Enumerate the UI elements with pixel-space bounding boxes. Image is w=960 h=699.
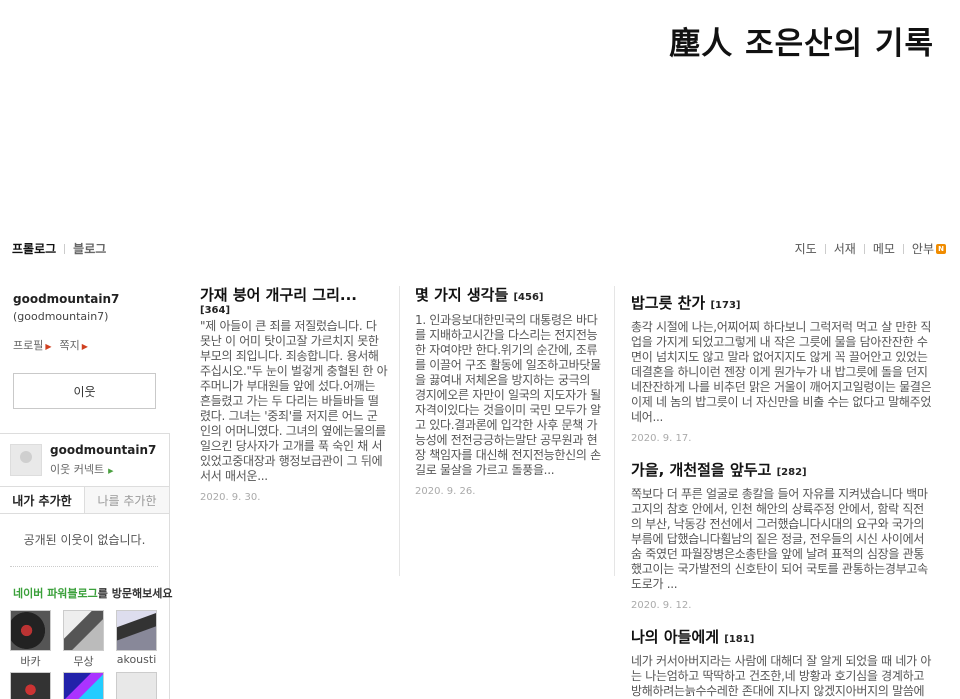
powerblog-thumbs: 바카 무상 akousti (10, 610, 157, 669)
post-excerpt[interactable]: 네가 커서아버지라는 사람에 대해더 잘 알게 되었을 때 네가 아는 나는엄하… (631, 654, 933, 699)
post-title[interactable]: 가을, 개천절을 앞두고 [282] (631, 460, 933, 483)
comment-count[interactable]: [181] (724, 634, 754, 645)
powerblog-name[interactable]: 네이버 파워블로그 (13, 587, 98, 600)
thumbnail-label: akousti (116, 653, 157, 666)
neighbor-tabs: 내가 추가한 나를 추가한 (0, 486, 169, 514)
thumbnail-image (116, 672, 157, 699)
post-list: 밥그릇 찬가 [173] 총각 시절에 나는,어찌어찌 하다보니 그럭저럭 먹고… (631, 293, 933, 699)
profile-section: goodmountain7 (goodmountain7) 프로필 ▶ 쪽지 ▶ (13, 292, 158, 353)
post-card: 가재 붕어 개구리 그리... [364] "제 아들이 큰 죄를 저질렀습니다… (200, 285, 388, 503)
tab-added-by-me[interactable]: 내가 추가한 (0, 487, 85, 513)
profile-link-label: 프로필 (13, 339, 44, 352)
neighbor-connect-label: 이웃 커넥트 (50, 463, 105, 476)
neighbor-connect-link[interactable]: 이웃 커넥트 ▶ (50, 461, 114, 477)
profile-links: 프로필 ▶ 쪽지 ▶ (13, 337, 158, 353)
neighbor-box: goodmountain7 이웃 커넥트 ▶ 내가 추가한 나를 추가한 공개된 … (0, 433, 172, 699)
arrow-right-icon: ▶ (81, 342, 88, 351)
post-date: 2020. 9. 26. (415, 486, 476, 497)
menu-divider (824, 243, 826, 254)
menu-divider (64, 243, 66, 254)
neighbor-user-name[interactable]: goodmountain7 (50, 443, 156, 457)
powerblog-suffix: 를 방문해보세요 (97, 587, 173, 600)
post-date: 2020. 9. 12. (631, 600, 692, 611)
comment-count[interactable]: [456] (513, 292, 543, 303)
post-excerpt[interactable]: 총각 시절에 나는,어찌어찌 하다보니 그럭저럭 먹고 살 만한 직업을 가지게… (631, 320, 933, 425)
list-item: 나의 아들에게 [181] 네가 커서아버지라는 사람에 대해더 잘 알게 되었… (631, 627, 933, 699)
column-divider (399, 286, 400, 576)
top-menu-left: 프롤로그 블로그 (12, 240, 106, 257)
post-card: 몇 가지 생각들 [456] 1. 인과응보대한민국의 대통령은 바다를 지배하… (415, 285, 603, 497)
powerblog-title: 네이버 파워블로그를 방문해보세요 (13, 585, 172, 601)
post-title-text: 나의 아들에게 (631, 628, 720, 646)
top-menu-right: 지도 서재 메모 안부 N (795, 240, 946, 257)
avatar[interactable] (10, 444, 42, 476)
profile-id[interactable]: goodmountain7 (13, 292, 158, 306)
column-divider (614, 286, 615, 576)
menu-library[interactable]: 서재 (834, 240, 856, 257)
divider (10, 566, 158, 567)
powerblog-thumb[interactable]: 무상 (63, 610, 104, 669)
menu-memo[interactable]: 메모 (873, 240, 895, 257)
list-item: 밥그릇 찬가 [173] 총각 시절에 나는,어찌어찌 하다보니 그럭저럭 먹고… (631, 293, 933, 444)
post-title-text: 밥그릇 찬가 (631, 294, 706, 312)
thumbnail-image (116, 610, 157, 651)
comment-count[interactable]: [173] (710, 300, 740, 311)
powerblog-thumb[interactable]: 바카 (10, 610, 51, 669)
post-title[interactable]: 나의 아들에게 [181] (631, 627, 933, 650)
arrow-right-icon: ▶ (45, 342, 52, 351)
message-link-label: 쪽지 (59, 339, 80, 352)
post-date: 2020. 9. 17. (631, 433, 692, 444)
post-title[interactable]: 가재 붕어 개구리 그리... (200, 285, 388, 305)
powerblog-thumb[interactable] (63, 672, 104, 699)
profile-link[interactable]: 프로필 ▶ (13, 337, 52, 353)
menu-guestbook[interactable]: 안부 N (912, 240, 946, 257)
profile-id-sub: (goodmountain7) (13, 310, 109, 323)
powerblog-thumb[interactable]: akousti (116, 610, 157, 669)
menu-map[interactable]: 지도 (795, 240, 817, 257)
post-title[interactable]: 밥그릇 찬가 [173] (631, 293, 933, 316)
powerblog-thumbs-row2 (10, 672, 157, 699)
blog-title: 塵人 조은산의 기록 (669, 26, 934, 62)
post-title-text: 몇 가지 생각들 (415, 286, 509, 304)
menu-blog[interactable]: 블로그 (73, 240, 106, 257)
message-link[interactable]: 쪽지 ▶ (60, 337, 88, 353)
comment-count[interactable]: [282] (777, 467, 807, 478)
new-badge-icon: N (936, 244, 946, 254)
post-excerpt[interactable]: 1. 인과응보대한민국의 대통령은 바다를 지배하고시간을 다스리는 전지전능한… (415, 313, 603, 478)
list-item: 가을, 개천절을 앞두고 [282] 쪽보다 더 푸른 얼굴로 총칼을 들어 자… (631, 460, 933, 611)
thumbnail-image (63, 610, 104, 651)
post-excerpt[interactable]: "제 아들이 큰 죄를 저질렀습니다. 다 못난 이 어미 탓이고잘 가르치지 … (200, 319, 388, 484)
menu-divider (902, 243, 904, 254)
add-neighbor-button[interactable]: 이웃 (13, 373, 156, 409)
thumbnail-label: 바카 (20, 655, 41, 668)
menu-prologue[interactable]: 프롤로그 (12, 240, 56, 257)
thumbnail-image (10, 672, 51, 699)
powerblog-thumb[interactable] (116, 672, 157, 699)
thumbnail-label: 무상 (73, 655, 94, 668)
empty-neighbors-text: 공개된 이웃이 없습니다. (23, 533, 146, 547)
menu-guestbook-label: 안부 (911, 242, 934, 256)
thumbnail-image (63, 672, 104, 699)
thumbnail-image (10, 610, 51, 651)
play-icon: ▶ (108, 467, 114, 475)
powerblog-thumb[interactable] (10, 672, 51, 699)
menu-divider (863, 243, 865, 254)
comment-count[interactable]: [364] (200, 305, 388, 316)
post-title-text: 가을, 개천절을 앞두고 (631, 461, 772, 479)
tab-added-me[interactable]: 나를 추가한 (85, 487, 169, 513)
post-excerpt[interactable]: 쪽보다 더 푸른 얼굴로 총칼을 들어 자유를 지켜냈습니다 백마고지의 참호 … (631, 487, 933, 592)
post-title[interactable]: 몇 가지 생각들 [456] (415, 285, 603, 308)
post-date: 2020. 9. 30. (200, 492, 261, 503)
